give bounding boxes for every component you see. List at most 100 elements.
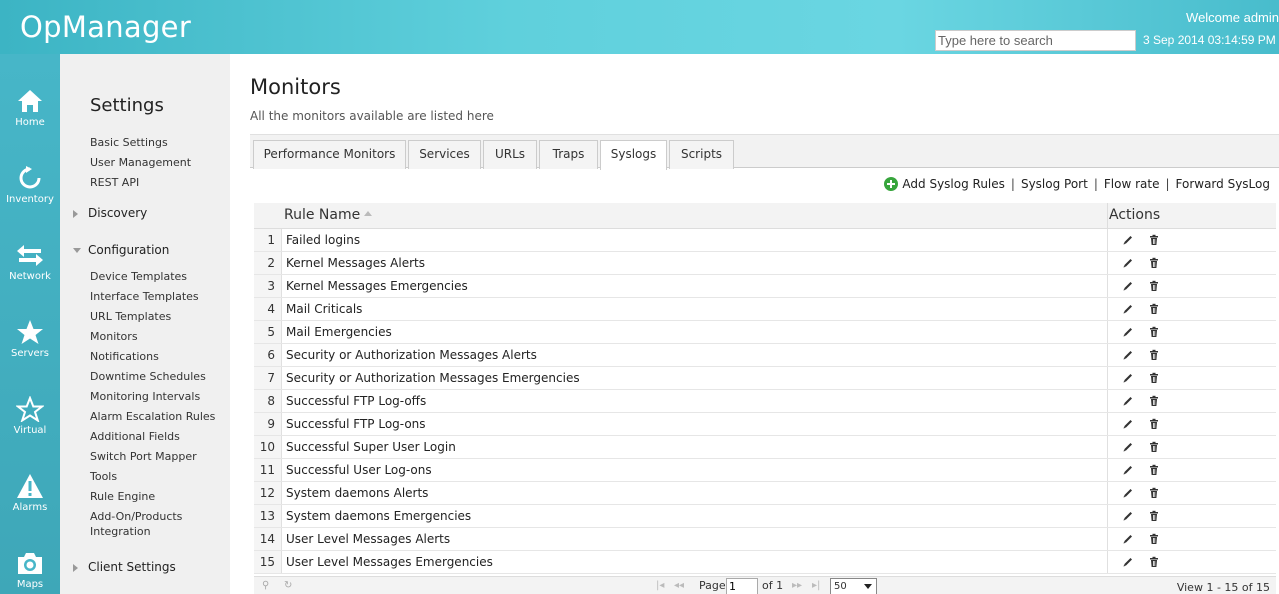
table-row[interactable]: 8 Successful FTP Log-offs [254,390,1276,413]
sidebar-item-alarm-escalation-rules[interactable]: Alarm Escalation Rules [90,410,215,423]
prev-page-icon[interactable]: ◂◂ [674,580,684,591]
table-row[interactable]: 2 Kernel Messages Alerts [254,252,1276,275]
rule-name-cell[interactable]: Kernel Messages Alerts [286,252,425,274]
delete-icon[interactable] [1148,326,1160,338]
nav-servers[interactable]: Servers [0,319,60,379]
syslog-port-link[interactable]: Syslog Port [1021,177,1088,191]
edit-icon[interactable] [1122,349,1134,361]
sidebar-item-downtime-schedules[interactable]: Downtime Schedules [90,370,206,383]
edit-icon[interactable] [1122,303,1134,315]
delete-icon[interactable] [1148,280,1160,292]
rule-name-cell[interactable]: System daemons Emergencies [286,505,471,527]
edit-icon[interactable] [1122,395,1134,407]
sidebar-group-client-settings[interactable]: Client Settings [73,560,176,574]
sidebar-item-tools[interactable]: Tools [90,470,117,483]
sidebar-item-switch-port-mapper[interactable]: Switch Port Mapper [90,450,197,463]
add-icon[interactable] [884,177,899,191]
rule-name-column-header[interactable]: Rule Name [284,207,373,223]
rule-name-cell[interactable]: Successful FTP Log-ons [286,413,426,435]
edit-icon[interactable] [1122,257,1134,269]
edit-icon[interactable] [1122,372,1134,384]
sidebar-item-user-management[interactable]: User Management [90,156,191,169]
edit-icon[interactable] [1122,326,1134,338]
edit-icon[interactable] [1122,510,1134,522]
sidebar-item-url-templates[interactable]: URL Templates [90,310,171,323]
sidebar-item-monitoring-intervals[interactable]: Monitoring Intervals [90,390,200,403]
delete-icon[interactable] [1148,556,1160,568]
sidebar-item-basic-settings[interactable]: Basic Settings [90,136,168,149]
table-row[interactable]: 4 Mail Criticals [254,298,1276,321]
table-row[interactable]: 15 User Level Messages Emergencies [254,551,1276,574]
rule-name-cell[interactable]: Security or Authorization Messages Alert… [286,344,537,366]
edit-icon[interactable] [1122,487,1134,499]
tab-performance-monitors[interactable]: Performance Monitors [253,140,406,169]
rule-name-cell[interactable]: Mail Criticals [286,298,362,320]
sidebar-item-add-on-products[interactable]: Add-On/Products [90,510,182,523]
rule-name-cell[interactable]: User Level Messages Alerts [286,528,450,550]
delete-icon[interactable] [1148,372,1160,384]
sidebar-item-device-templates[interactable]: Device Templates [90,270,187,283]
delete-icon[interactable] [1148,464,1160,476]
rule-name-cell[interactable]: Kernel Messages Emergencies [286,275,468,297]
table-row[interactable]: 7 Security or Authorization Messages Emer… [254,367,1276,390]
edit-icon[interactable] [1122,280,1134,292]
rule-name-cell[interactable]: Security or Authorization Messages Emerg… [286,367,580,389]
tab-syslogs[interactable]: Syslogs [600,140,667,170]
delete-icon[interactable] [1148,349,1160,361]
search-input[interactable] [935,30,1136,51]
search-icon[interactable]: ⚲ [262,580,269,591]
tab-urls[interactable]: URLs [483,140,537,169]
rule-name-cell[interactable]: System daemons Alerts [286,482,428,504]
first-page-icon[interactable]: |◂ [656,580,664,591]
table-row[interactable]: 6 Security or Authorization Messages Aler… [254,344,1276,367]
last-page-icon[interactable]: ▸| [812,580,820,591]
delete-icon[interactable] [1148,395,1160,407]
delete-icon[interactable] [1148,441,1160,453]
nav-virtual[interactable]: Virtual [0,396,60,456]
table-row[interactable]: 13 System daemons Emergencies [254,505,1276,528]
flow-rate-link[interactable]: Flow rate [1104,177,1160,191]
nav-home[interactable]: Home [0,88,60,148]
table-row[interactable]: 1 Failed logins [254,229,1276,252]
tab-traps[interactable]: Traps [539,140,598,169]
nav-network[interactable]: Network [0,242,60,302]
table-row[interactable]: 5 Mail Emergencies [254,321,1276,344]
edit-icon[interactable] [1122,418,1134,430]
delete-icon[interactable] [1148,303,1160,315]
table-row[interactable]: 9 Successful FTP Log-ons [254,413,1276,436]
nav-alarms[interactable]: Alarms [0,473,60,533]
delete-icon[interactable] [1148,533,1160,545]
rule-name-cell[interactable]: Successful Super User Login [286,436,456,458]
rule-name-cell[interactable]: User Level Messages Emergencies [286,551,493,573]
refresh-icon[interactable]: ↻ [284,580,292,591]
table-row[interactable]: 12 System daemons Alerts [254,482,1276,505]
nav-inventory[interactable]: Inventory [0,165,60,225]
edit-icon[interactable] [1122,533,1134,545]
app-logo[interactable]: OpManager [20,10,191,44]
sidebar-item-integration[interactable]: Integration [90,525,151,538]
tab-scripts[interactable]: Scripts [669,140,734,169]
table-row[interactable]: 11 Successful User Log-ons [254,459,1276,482]
edit-icon[interactable] [1122,441,1134,453]
rule-name-cell[interactable]: Successful User Log-ons [286,459,432,481]
sidebar-item-notifications[interactable]: Notifications [90,350,159,363]
forward-syslog-link[interactable]: Forward SysLog [1176,177,1270,191]
table-row[interactable]: 10 Successful Super User Login [254,436,1276,459]
sidebar-group-discovery[interactable]: Discovery [73,206,147,220]
sidebar-item-rest-api[interactable]: REST API [90,176,139,189]
rule-name-cell[interactable]: Failed logins [286,229,360,251]
nav-maps[interactable]: Maps [0,550,60,594]
sidebar-group-configuration[interactable]: Configuration [73,243,169,257]
rule-name-cell[interactable]: Mail Emergencies [286,321,392,343]
edit-icon[interactable] [1122,234,1134,246]
edit-icon[interactable] [1122,464,1134,476]
add-syslog-rules-link[interactable]: Add Syslog Rules [902,177,1005,191]
sidebar-item-additional-fields[interactable]: Additional Fields [90,430,180,443]
delete-icon[interactable] [1148,257,1160,269]
table-row[interactable]: 3 Kernel Messages Emergencies [254,275,1276,298]
rule-name-cell[interactable]: Successful FTP Log-offs [286,390,426,412]
page-size-select[interactable]: 50 [830,578,877,594]
delete-icon[interactable] [1148,487,1160,499]
welcome-text[interactable]: Welcome admin [1186,10,1279,25]
edit-icon[interactable] [1122,556,1134,568]
